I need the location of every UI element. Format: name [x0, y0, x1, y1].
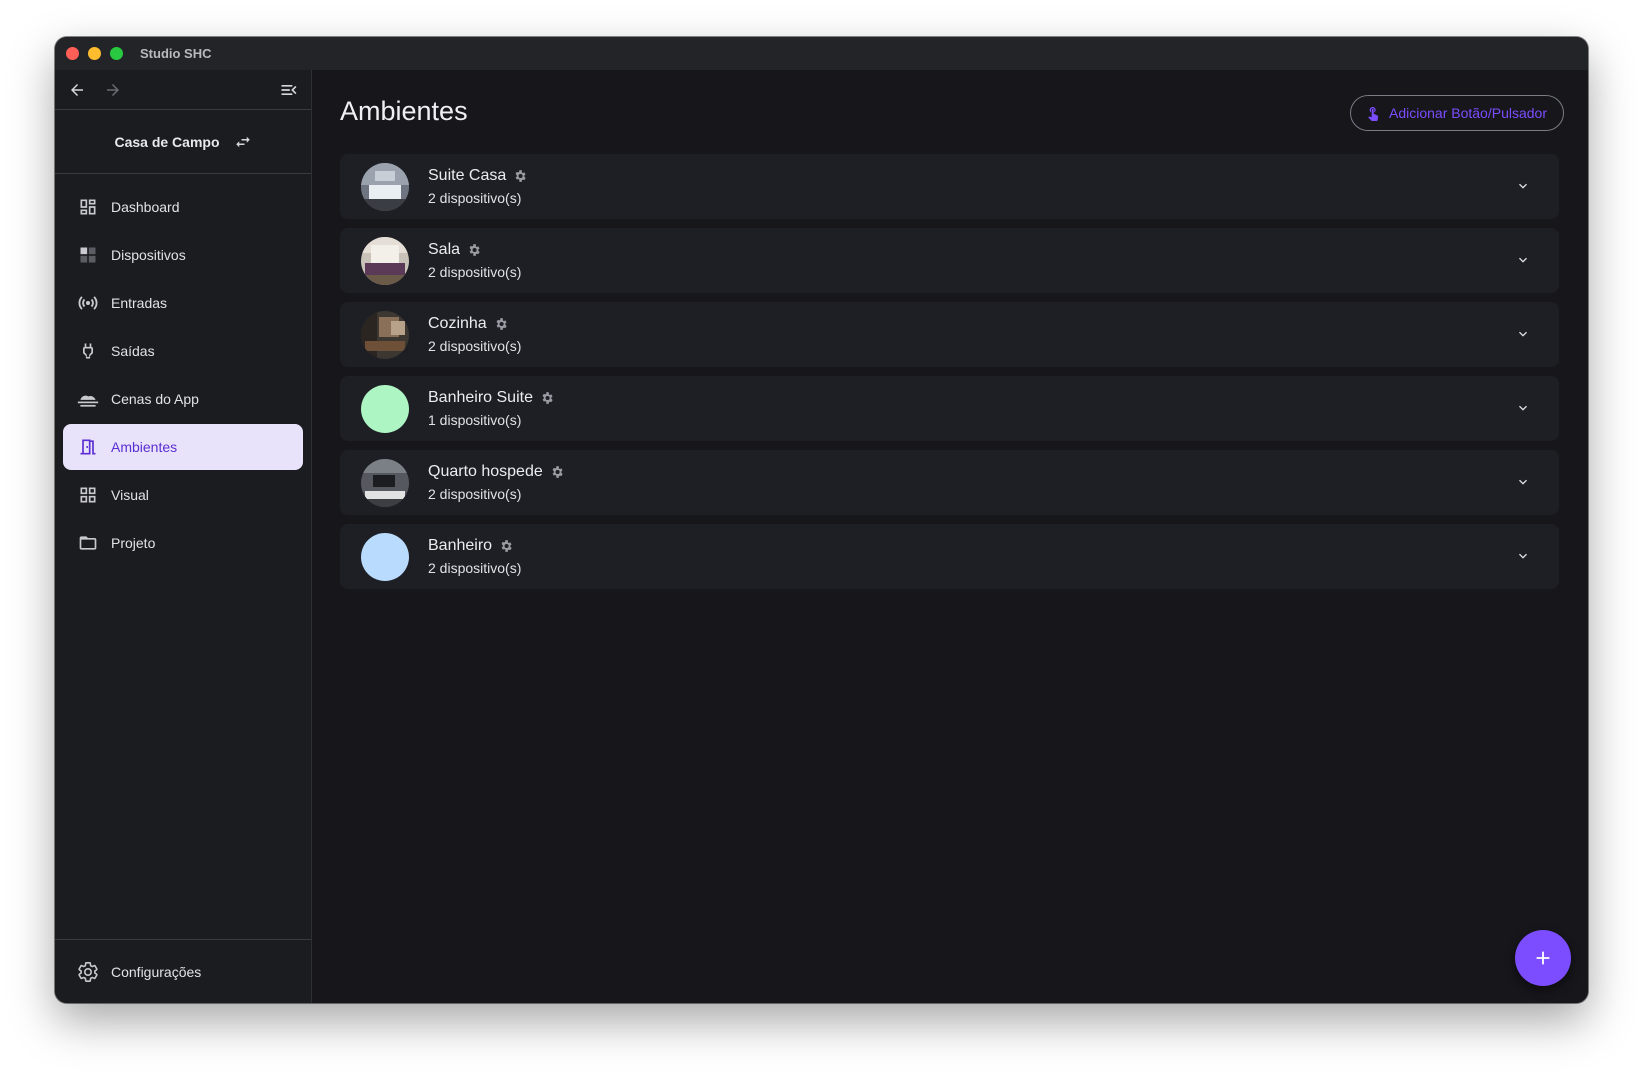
folder-icon: [77, 532, 99, 554]
sidebar-item-label: Projeto: [111, 535, 156, 551]
room-text: Suite Casa 2 dispositivo(s): [428, 167, 527, 206]
sidebar-item-label: Saídas: [111, 343, 155, 359]
collapse-menu-icon[interactable]: [277, 78, 301, 102]
chevron-down-icon[interactable]: [1513, 324, 1533, 344]
swap-icon: [235, 136, 250, 147]
gear-icon[interactable]: [513, 169, 527, 183]
sidebar-item-label: Entradas: [111, 295, 168, 311]
gear-icon[interactable]: [467, 243, 481, 257]
gear-icon[interactable]: [494, 317, 508, 331]
room-row[interactable]: Suite Casa 2 dispositivo(s): [340, 154, 1559, 219]
project-name: Casa de Campo: [114, 133, 220, 150]
room-avatar: [361, 384, 409, 433]
room-avatar: [361, 532, 409, 581]
room-avatar: [361, 310, 409, 359]
grid-icon: [77, 484, 99, 506]
chevron-down-icon[interactable]: [1513, 546, 1533, 566]
room-text: Cozinha 2 dispositivo(s): [428, 315, 521, 354]
back-arrow-icon[interactable]: [65, 78, 89, 102]
add-button-pulsador-button[interactable]: Adicionar Botão/Pulsador: [1350, 95, 1564, 131]
close-window-button[interactable]: [66, 47, 79, 60]
sidebar-item-ambientes[interactable]: Ambientes: [63, 424, 303, 470]
room-device-count: 1 dispositivo(s): [428, 412, 522, 428]
gear-icon: [77, 961, 99, 983]
room-row[interactable]: Banheiro Suite 1 dispositivo(s): [340, 376, 1559, 441]
room-name: Banheiro: [428, 537, 493, 554]
plug-icon: [77, 340, 99, 362]
chevron-down-icon[interactable]: [1513, 472, 1533, 492]
gear-icon[interactable]: [540, 391, 554, 405]
room-avatar: [361, 162, 409, 211]
add-room-fab-button[interactable]: [1515, 930, 1571, 986]
chevron-down-icon[interactable]: [1513, 250, 1533, 270]
sidebar-item-saidas[interactable]: Saídas: [63, 328, 303, 374]
sidebar-item-projeto[interactable]: Projeto: [63, 520, 303, 566]
cloud-icon: [77, 388, 99, 410]
room-name: Quarto hospede: [428, 463, 543, 480]
page-title: Ambientes: [340, 96, 468, 126]
add-button-label: Adicionar Botão/Pulsador: [1389, 105, 1547, 121]
sensors-icon: [77, 292, 99, 314]
minimize-window-button[interactable]: [88, 47, 101, 60]
door-icon: [77, 436, 99, 458]
sidebar-item-dashboard[interactable]: Dashboard: [63, 184, 303, 230]
sidebar-toolbar: [55, 70, 311, 110]
sidebar-item-label: Dashboard: [111, 199, 180, 215]
plus-icon: [1536, 951, 1550, 965]
sidebar-item-visual[interactable]: Visual: [63, 472, 303, 518]
forward-arrow-icon[interactable]: [101, 78, 125, 102]
room-name: Sala: [428, 241, 461, 258]
gear-icon[interactable]: [550, 465, 564, 479]
sidebar-item-entradas[interactable]: Entradas: [63, 280, 303, 326]
room-device-count: 2 dispositivo(s): [428, 338, 522, 354]
room-device-count: 2 dispositivo(s): [428, 264, 522, 280]
main-content: Ambientes Adicionar Botão/Pulsador Suite…: [313, 70, 1588, 1003]
sidebar-item-cenas-do-app[interactable]: Cenas do App: [63, 376, 303, 422]
room-name: Suite Casa: [428, 167, 507, 184]
maximize-window-button[interactable]: [110, 47, 123, 60]
devices-icon: [77, 244, 99, 266]
sidebar-item-label: Ambientes: [111, 439, 178, 455]
chevron-down-icon[interactable]: [1513, 398, 1533, 418]
gear-icon[interactable]: [499, 539, 513, 553]
room-name: Banheiro Suite: [428, 389, 533, 406]
dashboard-icon: [77, 196, 99, 218]
app-window: Studio SHC Casa de Campo Dashboard Dispo…: [55, 37, 1588, 1003]
sidebar: Casa de Campo Dashboard Dispositivos Ent…: [55, 70, 312, 1003]
project-switcher[interactable]: Casa de Campo: [55, 110, 311, 174]
nav-list: Dashboard Dispositivos Entradas Saídas C…: [55, 174, 311, 566]
sidebar-item-label: Visual: [111, 487, 149, 503]
window-controls: [66, 47, 123, 60]
room-text: Sala 2 dispositivo(s): [428, 241, 521, 280]
room-text: Banheiro Suite 1 dispositivo(s): [428, 389, 554, 428]
room-text: Quarto hospede 2 dispositivo(s): [428, 463, 564, 502]
chevron-down-icon[interactable]: [1513, 176, 1533, 196]
sidebar-item-dispositivos[interactable]: Dispositivos: [63, 232, 303, 278]
app-title: Studio SHC: [140, 46, 212, 61]
touch-icon: [1368, 107, 1379, 121]
room-row[interactable]: Banheiro 2 dispositivo(s): [340, 524, 1559, 589]
title-bar: Studio SHC: [55, 37, 1588, 70]
room-avatar: [361, 458, 409, 507]
sidebar-item-configuracoes[interactable]: Configurações: [55, 939, 311, 1003]
room-device-count: 2 dispositivo(s): [428, 486, 522, 502]
sidebar-item-label: Dispositivos: [111, 247, 186, 263]
room-device-count: 2 dispositivo(s): [428, 560, 522, 576]
room-name: Cozinha: [428, 315, 487, 332]
room-row[interactable]: Sala 2 dispositivo(s): [340, 228, 1559, 293]
room-text: Banheiro 2 dispositivo(s): [428, 537, 521, 576]
sidebar-item-label: Cenas do App: [111, 391, 199, 407]
room-row[interactable]: Cozinha 2 dispositivo(s): [340, 302, 1559, 367]
room-row[interactable]: Quarto hospede 2 dispositivo(s): [340, 450, 1559, 515]
settings-label: Configurações: [111, 963, 202, 980]
room-device-count: 2 dispositivo(s): [428, 190, 522, 206]
room-avatar: [361, 236, 409, 285]
rooms-list: Suite Casa 2 dispositivo(s) Sala 2 dispo…: [340, 154, 1559, 598]
